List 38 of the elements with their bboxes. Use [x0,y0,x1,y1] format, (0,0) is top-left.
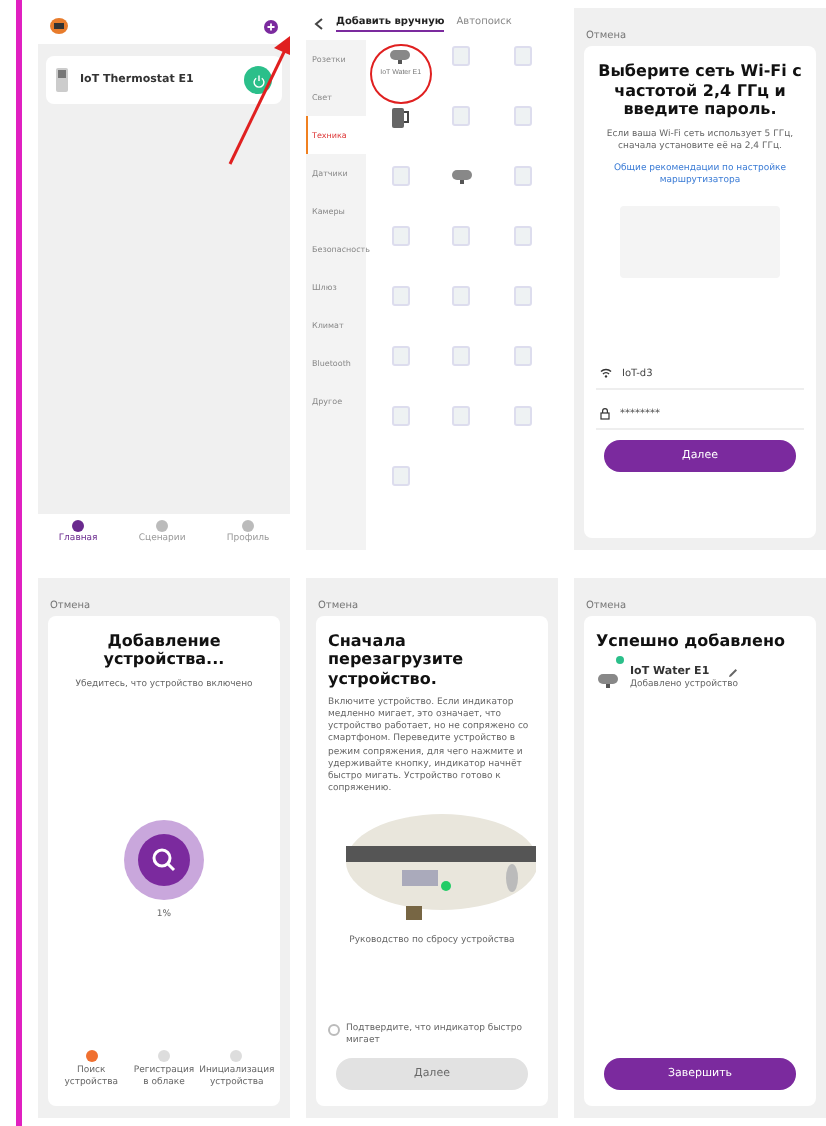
search-icon [124,819,204,900]
device-icon [452,406,471,426]
device-icon [391,166,410,186]
thermostat-icon [56,68,68,92]
device-icon [391,466,410,486]
device-icon [514,406,533,426]
device-icon [391,286,410,306]
device-icon [514,166,533,186]
device-icon [452,46,471,66]
back-icon[interactable] [314,18,324,30]
power-button[interactable] [244,66,272,94]
device-icon [391,226,410,246]
device-icon [452,286,471,306]
device-icon [514,106,533,126]
device-icon [514,346,533,366]
device-icon [514,226,533,246]
device-icon [452,106,471,126]
device-icon [391,346,410,366]
water-heater-icon [596,670,620,691]
adding-title: Добавление устройства... [101,631,227,670]
confirm-checkbox[interactable] [328,1023,340,1036]
device-icon [452,346,471,366]
success-title: Успешно добавлено [596,631,787,651]
edit-icon[interactable] [728,667,739,678]
device-icon [514,286,533,306]
device-icon [514,46,533,66]
wifi-title: Выберите сеть Wi-Fi с частотой 2,4 ГГц и введите пароль. [596,62,804,120]
water-heater-icon [388,46,413,66]
lock-icon [600,407,610,419]
reset-title: Сначала перезагрузите устройство. [328,631,466,689]
avatar-icon[interactable] [50,18,68,34]
power-icon [251,73,265,87]
water-heater-icon [449,166,474,186]
wifi-icon [600,368,612,378]
device-icon [391,406,410,426]
device-icon [452,226,471,246]
add-icon[interactable] [264,19,278,33]
kettle-icon [390,106,411,130]
